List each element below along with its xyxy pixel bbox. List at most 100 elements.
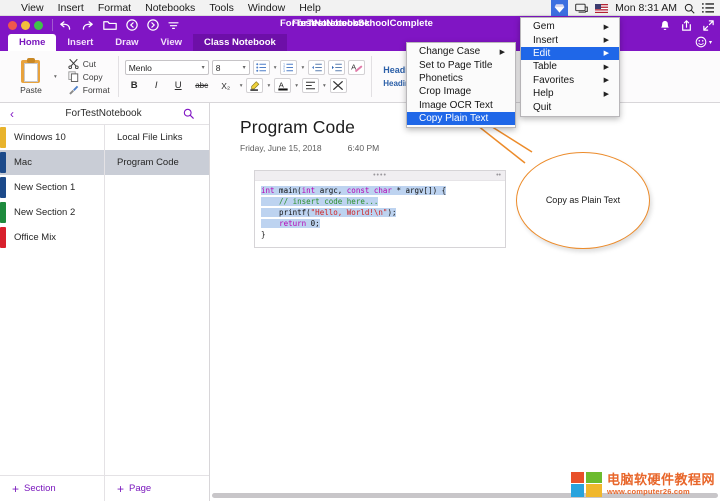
menubar-item-notebooks[interactable]: Notebooks <box>138 0 202 16</box>
numbered-list-button[interactable]: 123 <box>280 60 297 75</box>
code-line-content: return 0; <box>261 219 320 228</box>
menu-item-image-ocr-text[interactable]: Image OCR Text <box>407 99 515 112</box>
chevron-left-icon[interactable]: ‹ <box>0 107 24 121</box>
navigation-header: ‹ ForTestNotebook <box>0 103 209 125</box>
highlight-caret-icon[interactable]: ▾ <box>267 83 270 89</box>
page-time[interactable]: 6:40 PM <box>348 143 380 153</box>
handle-dots-icon: •••• <box>373 172 387 179</box>
cut-button[interactable]: Cut <box>68 58 110 69</box>
menubar-item-format[interactable]: Format <box>91 0 138 16</box>
menu-item-gem[interactable]: Gem ▶ <box>521 20 619 33</box>
bold-button[interactable]: B <box>125 78 144 93</box>
menu-item-table[interactable]: Table ▶ <box>521 60 619 73</box>
font-color-caret-icon[interactable]: ▾ <box>295 83 298 89</box>
tab-home[interactable]: Home <box>8 34 56 51</box>
menu-item-favorites[interactable]: Favorites ▶ <box>521 74 619 87</box>
format-painter-button[interactable]: Format <box>68 84 110 95</box>
number-caret-icon[interactable]: ▾ <box>301 65 304 71</box>
menubar-item-view[interactable]: View <box>14 0 51 16</box>
align-caret-icon[interactable]: ▾ <box>323 83 326 89</box>
menu-item-help[interactable]: Help ▶ <box>521 87 619 100</box>
code-token: // insert code here... <box>261 197 378 206</box>
paste-button[interactable]: Paste <box>9 51 53 102</box>
menubar-item-window[interactable]: Window <box>241 0 292 16</box>
code-line: int main(int argc, const char * argv[]) … <box>261 186 499 197</box>
overflow-caret-icon[interactable] <box>168 21 179 30</box>
tab-class-notebook[interactable]: Class Notebook <box>193 34 287 51</box>
page-item-program-code[interactable]: Program Code <box>105 150 209 175</box>
menu-item-phonetics[interactable]: Phonetics <box>407 72 515 85</box>
undo-icon[interactable] <box>59 20 72 31</box>
page-date[interactable]: Friday, June 15, 2018 <box>240 143 322 153</box>
section-item-office-mix[interactable]: Office Mix <box>0 225 104 250</box>
strikethrough-button[interactable]: abc <box>191 78 213 93</box>
bell-icon[interactable] <box>660 20 670 31</box>
menu-item-crop-image[interactable]: Crop Image <box>407 85 515 98</box>
code-block[interactable]: int main(int argc, const char * argv[]) … <box>255 181 505 247</box>
maximize-button[interactable] <box>34 21 43 30</box>
gem-icon[interactable] <box>551 0 568 16</box>
menu-item-insert[interactable]: Insert ▶ <box>521 33 619 46</box>
bullet-caret-icon[interactable]: ▾ <box>274 65 277 71</box>
menu-item-quit[interactable]: Quit <box>521 100 619 113</box>
gem-dropdown-menu[interactable]: Gem ▶ Insert ▶ Edit ▶ Table ▶ Favorites … <box>520 17 620 117</box>
smiley-menu[interactable]: ▾ <box>695 36 712 48</box>
font-color-button[interactable]: A <box>274 78 291 93</box>
spotlight-search-icon[interactable] <box>684 3 695 14</box>
menubar-clock[interactable]: Mon 8:31 AM <box>615 2 677 14</box>
section-item-mac[interactable]: Mac <box>0 150 104 175</box>
tab-insert[interactable]: Insert <box>56 34 104 51</box>
increase-indent-button[interactable] <box>328 60 345 75</box>
menu-item-edit[interactable]: Edit ▶ <box>521 47 619 60</box>
subscript-button[interactable]: X₂ <box>216 78 236 93</box>
us-flag-icon[interactable] <box>595 4 608 13</box>
vertical-scrollbar[interactable] <box>714 104 719 492</box>
back-icon[interactable] <box>126 19 138 31</box>
clear-formatting-button[interactable]: A <box>348 60 365 75</box>
section-item-windows-10[interactable]: Windows 10 <box>0 125 104 150</box>
close-button[interactable] <box>8 21 17 30</box>
decrease-indent-button[interactable] <box>308 60 325 75</box>
italic-button[interactable]: I <box>147 78 166 93</box>
clear-all-formatting-button[interactable] <box>330 78 347 93</box>
tab-view[interactable]: View <box>150 34 193 51</box>
menu-item-set-to-page-title[interactable]: Set to Page Title <box>407 58 515 71</box>
copy-button[interactable]: Copy <box>68 71 110 82</box>
expand-icon[interactable] <box>703 20 714 31</box>
font-size-select[interactable]: 8▾ <box>212 60 250 75</box>
menubar-item-tools[interactable]: Tools <box>202 0 241 16</box>
share-icon[interactable] <box>681 20 692 31</box>
bullet-list-button[interactable] <box>253 60 270 75</box>
section-item-new-section-1[interactable]: New Section 1 <box>0 175 104 200</box>
forward-icon[interactable] <box>147 19 159 31</box>
code-container[interactable]: •••• •• int main(int argc, const char * … <box>254 170 506 248</box>
notification-center-icon[interactable] <box>702 3 714 13</box>
code-token: } <box>261 230 266 239</box>
search-icon[interactable] <box>183 108 209 119</box>
add-section-button[interactable]: + Section <box>0 476 104 501</box>
align-button[interactable] <box>302 78 319 93</box>
redo-icon[interactable] <box>81 20 94 31</box>
submenu-arrow-icon: ▶ <box>590 63 609 71</box>
menubar-item-help[interactable]: Help <box>292 0 328 16</box>
menubar-item-insert[interactable]: Insert <box>51 0 91 16</box>
underline-button[interactable]: U <box>169 78 188 93</box>
add-page-button[interactable]: + Page <box>105 476 209 501</box>
font-name-select[interactable]: Menlo▾ <box>125 60 209 75</box>
page-item-local-file-links[interactable]: Local File Links <box>105 125 209 150</box>
paste-caret-icon[interactable]: ▾ <box>54 74 57 80</box>
edit-submenu[interactable]: Change Case ▶ Set to Page Title Phonetic… <box>406 42 516 128</box>
subscript-caret-icon[interactable]: ▾ <box>240 83 243 89</box>
chevron-down-icon: ▾ <box>243 64 246 71</box>
open-folder-icon[interactable] <box>103 20 117 31</box>
menu-item-change-case[interactable]: Change Case ▶ <box>407 45 515 58</box>
minimize-button[interactable] <box>21 21 30 30</box>
display-icon[interactable] <box>575 3 588 14</box>
toolbar-divider <box>52 19 53 31</box>
highlight-color-button[interactable] <box>246 78 263 93</box>
code-container-handle[interactable]: •••• •• <box>255 171 505 181</box>
tab-draw[interactable]: Draw <box>104 34 149 51</box>
menu-item-copy-plain-text[interactable]: Copy Plain Text <box>407 112 515 125</box>
section-item-new-section-2[interactable]: New Section 2 <box>0 200 104 225</box>
handle-grip-icon[interactable]: •• <box>496 172 501 179</box>
